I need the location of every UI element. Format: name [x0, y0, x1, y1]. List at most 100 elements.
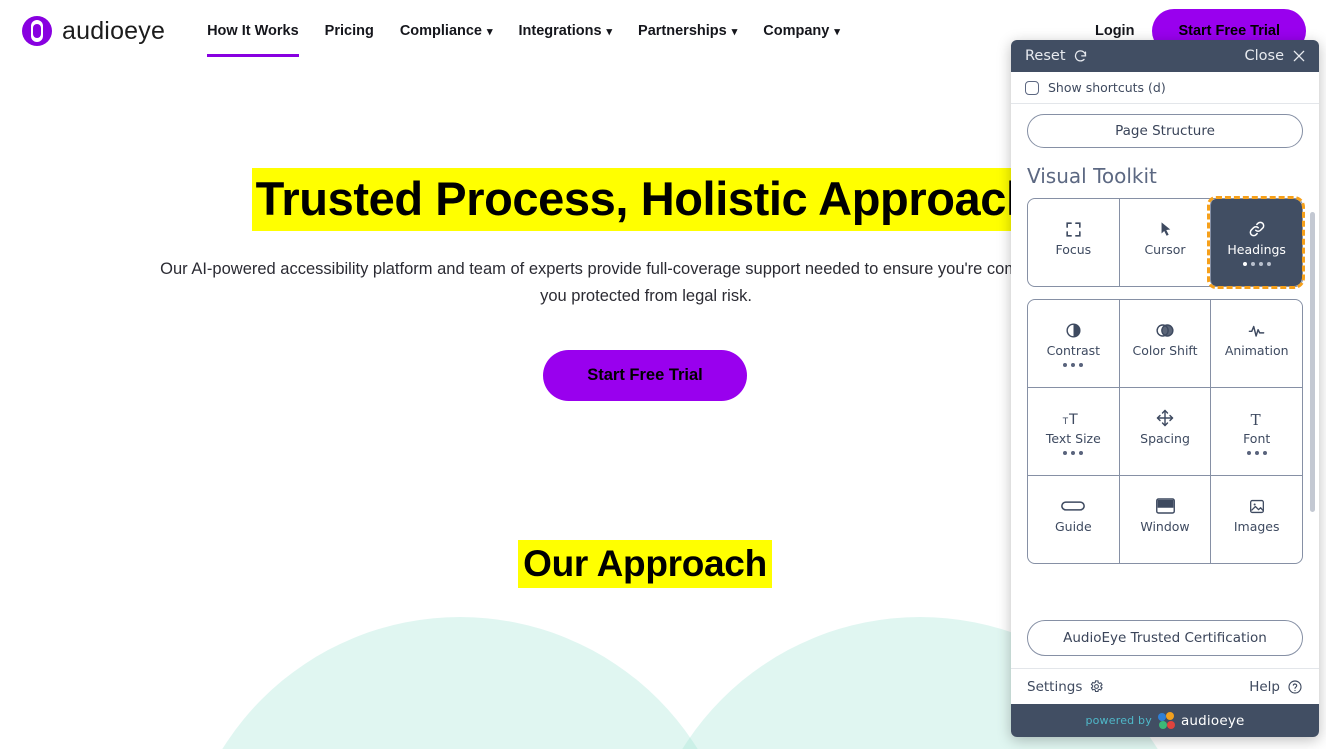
toolkit-tile-label: Contrast [1046, 343, 1101, 359]
toolkit-tile-label: Animation [1224, 343, 1289, 359]
toolkit-tile-label: Headings [1227, 242, 1286, 258]
tile-dots [1063, 362, 1084, 368]
toolkit-tile-label: Guide [1054, 519, 1092, 535]
nav-item-label: Partnerships [638, 23, 727, 39]
login-link[interactable]: Login [1095, 23, 1134, 39]
hero-subtitle: Our AI-powered accessibility platform an… [160, 260, 1132, 305]
accessibility-widget: Reset Close Show shortcuts (d) Page Stru… [1011, 40, 1319, 737]
nav-item-compliance[interactable]: Compliance ▾ [400, 17, 493, 45]
nav-item-label: Integrations [518, 23, 602, 39]
settings-button[interactable]: Settings [1027, 679, 1104, 695]
audioeye-logo-icon [22, 16, 52, 46]
toolkit-tile-headings[interactable]: Headings [1207, 196, 1306, 289]
toolkit-row: Guide Window Images [1028, 475, 1303, 563]
gear-icon [1089, 679, 1104, 694]
nav-item-pricing[interactable]: Pricing [325, 17, 374, 45]
powered-by-label: powered by [1085, 714, 1152, 727]
focus-brackets-icon [1064, 218, 1083, 240]
toolkit-tile-focus[interactable]: Focus [1028, 199, 1119, 286]
widget-scrollbar-thumb[interactable] [1310, 212, 1315, 512]
widget-body: Page Structure Visual Toolkit Focus Curs… [1011, 104, 1319, 616]
toolkit-tile-label: Focus [1055, 242, 1092, 258]
widget-scrollbar-track[interactable] [1310, 104, 1317, 616]
visual-toolkit-heading: Visual Toolkit [1027, 164, 1157, 188]
nav-item-how-it-works[interactable]: How It Works [207, 17, 299, 57]
toolkit-tile-color-shift[interactable]: Color Shift [1118, 300, 1211, 387]
svg-text:T: T [1250, 411, 1260, 428]
toolkit-row: Contrast Color Shift Animation [1028, 300, 1303, 387]
start-free-trial-hero-button[interactable]: Start Free Trial [543, 350, 747, 401]
question-circle-icon [1287, 679, 1303, 695]
toolkit-tile-label: Images [1233, 519, 1280, 535]
widget-header: Reset Close [1011, 40, 1319, 72]
close-label: Close [1244, 48, 1285, 64]
toolkit-tile-label: Text Size [1045, 431, 1101, 447]
powered-by-brand-name: audioeye [1180, 712, 1245, 729]
nav-item-label: How It Works [207, 23, 299, 39]
nav-item-partnerships[interactable]: Partnerships ▾ [638, 17, 737, 45]
nav-item-label: Compliance [399, 23, 482, 39]
reset-label: Reset [1025, 48, 1066, 64]
toolkit-tile-label: Window [1140, 519, 1190, 535]
contrast-half-circle-icon [1064, 319, 1083, 341]
reading-guide-icon [1061, 495, 1086, 517]
brand-logo[interactable]: audioeye [22, 16, 165, 46]
toolkit-row: Focus Cursor Headings [1028, 196, 1306, 289]
chevron-down-icon: ▾ [731, 25, 738, 38]
powered-by-bar: powered by audioeye [1011, 704, 1319, 737]
chevron-down-icon: ▾ [606, 25, 613, 38]
settings-label: Settings [1027, 678, 1083, 695]
reset-button[interactable]: Reset [1025, 48, 1088, 64]
refresh-icon [1073, 49, 1088, 64]
chevron-down-icon: ▾ [487, 25, 493, 38]
link-chain-icon [1247, 218, 1267, 240]
tile-dots [1246, 450, 1267, 456]
show-shortcuts-label: Show shortcuts (d) [1048, 80, 1166, 95]
help-label: Help [1249, 678, 1280, 695]
help-button[interactable]: Help [1249, 679, 1303, 695]
toolkit-tile-animation[interactable]: Animation [1210, 300, 1303, 387]
show-shortcuts-checkbox[interactable] [1025, 80, 1039, 95]
chevron-down-icon: ▾ [834, 25, 840, 38]
section-title: Our Approach [518, 540, 772, 588]
font-t-icon: T [1248, 407, 1266, 429]
toolkit-tile-images[interactable]: Images [1210, 476, 1303, 563]
toolkit-tile-font[interactable]: T Font [1210, 388, 1303, 475]
tile-dots [1242, 261, 1271, 267]
page-structure-button[interactable]: Page Structure [1027, 114, 1303, 148]
tile-dots [1063, 450, 1084, 456]
close-icon [1291, 48, 1307, 64]
reading-window-icon [1155, 495, 1176, 517]
toolkit-group-navigation: Focus Cursor Headings [1027, 196, 1306, 289]
nav-item-label: Pricing [324, 23, 374, 39]
toolkit-tile-cursor[interactable]: Cursor [1118, 199, 1211, 286]
toolkit-tile-label: Color Shift [1132, 343, 1198, 359]
certification-wrap: AudioEye Trusted Certification [1011, 616, 1319, 668]
toolkit-tile-label: Spacing [1140, 431, 1190, 447]
toolkit-group-visual: Contrast Color Shift Animation T T Text … [1027, 299, 1303, 564]
toolkit-tile-window[interactable]: Window [1118, 476, 1211, 563]
images-picture-icon [1247, 495, 1267, 517]
cursor-arrow-icon [1156, 218, 1175, 240]
nav-item-company[interactable]: Company ▾ [763, 17, 840, 45]
svg-text:T: T [1068, 412, 1078, 428]
nav-item-label: Company [763, 23, 830, 39]
toolkit-tile-label: Font [1243, 431, 1271, 447]
widget-footer: Settings Help [1011, 668, 1319, 704]
show-shortcuts-row[interactable]: Show shortcuts (d) [1011, 72, 1319, 104]
animation-wave-icon [1246, 319, 1267, 341]
nav-item-integrations[interactable]: Integrations ▾ [519, 17, 613, 45]
toolkit-tile-text-size[interactable]: T T Text Size [1028, 388, 1119, 475]
page-title: Trusted Process, Holistic Approach [251, 168, 1039, 231]
close-button[interactable]: Close [1245, 48, 1308, 64]
text-size-icon: T T [1062, 407, 1084, 429]
color-shift-overlap-icon [1154, 319, 1176, 341]
decorative-circle-left [180, 617, 740, 749]
toolkit-tile-guide[interactable]: Guide [1028, 476, 1119, 563]
toolkit-row: T T Text Size Spacing T Font [1028, 387, 1303, 475]
audioeye-trusted-certification-button[interactable]: AudioEye Trusted Certification [1027, 620, 1303, 656]
toolkit-tile-contrast[interactable]: Contrast [1028, 300, 1119, 387]
audioeye-dots-logo-icon [1157, 712, 1175, 729]
toolkit-tile-label: Cursor [1144, 242, 1186, 258]
toolkit-tile-spacing[interactable]: Spacing [1118, 388, 1211, 475]
